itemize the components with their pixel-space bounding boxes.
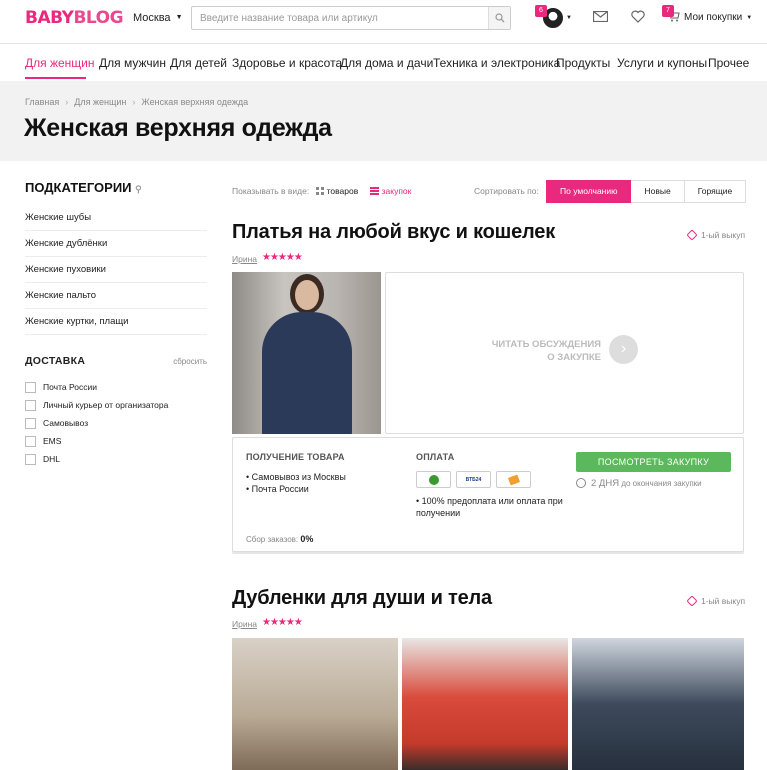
search-input[interactable] xyxy=(192,7,488,29)
read-discussion-panel[interactable]: ЧИТАТЬ ОБСУЖДЕНИЯ О ЗАКУПКЕ › xyxy=(385,272,744,434)
rating-stars: ★★★★★ xyxy=(262,252,303,263)
babyblog-logo[interactable]: BABYBLOG xyxy=(25,8,124,28)
purchase-photo[interactable] xyxy=(572,638,744,770)
card-icon xyxy=(496,471,531,488)
sort-options: По умолчанию Новые Горящие xyxy=(546,180,747,203)
my-purchases-menu[interactable]: Мои покупки ▼ xyxy=(684,12,752,23)
tag-icon xyxy=(686,595,698,607)
nav-item-health[interactable]: Здоровье и красота xyxy=(232,56,342,70)
view-products-option[interactable]: товаров xyxy=(315,186,358,196)
purchase-photo[interactable] xyxy=(232,272,381,434)
round-badge: 1-ый выкуп xyxy=(686,229,745,241)
mail-icon[interactable] xyxy=(593,11,608,22)
receive-title: ПОЛУЧЕНИЕ ТОВАРА xyxy=(246,452,345,462)
search-button[interactable] xyxy=(488,7,510,29)
delivery-filter: ДОСТАВКА сбросить Почта России Личный ку… xyxy=(25,355,207,468)
category-nav: Для женщин Для мужчин Для детей Здоровье… xyxy=(0,44,767,80)
nav-item-men[interactable]: Для мужчин xyxy=(99,56,166,70)
page-header: Главная › Для женщин › Женская верхняя одежд… xyxy=(0,81,767,161)
chevron-down-icon: ▼ xyxy=(175,14,183,21)
vtb24-icon: ВТБ24 xyxy=(456,471,491,488)
grid-icon xyxy=(315,187,324,195)
breadcrumb: Главная › Для женщин › Женская верхняя одежд… xyxy=(25,97,248,107)
list-icon xyxy=(369,187,379,195)
chevron-down-icon[interactable]: ▼ xyxy=(566,15,572,21)
organizer-link[interactable]: Ирина xyxy=(232,254,257,264)
checkbox[interactable] xyxy=(25,417,36,429)
list-item: Почта России xyxy=(246,483,346,495)
sort-default-button[interactable]: По умолчанию xyxy=(546,180,632,203)
pin-icon: ⚲ xyxy=(135,184,142,194)
delivery-option[interactable]: EMS xyxy=(25,432,207,450)
breadcrumb-home[interactable]: Главная xyxy=(25,97,59,107)
view-purchase-button[interactable]: ПОСМОТРЕТЬ ЗАКУПКУ xyxy=(576,452,731,472)
search-icon xyxy=(494,13,504,23)
checkbox[interactable] xyxy=(25,435,36,447)
reset-filter-link[interactable]: сбросить xyxy=(173,357,207,366)
breadcrumb-current: Женская верхняя одежда xyxy=(141,97,249,107)
view-purchases-option[interactable]: закупок xyxy=(369,186,411,196)
subcategory-jackets[interactable]: Женские куртки, плащи xyxy=(25,309,207,335)
chevron-down-icon: ▼ xyxy=(746,15,753,21)
delivery-option[interactable]: DHL xyxy=(25,450,207,468)
chevron-right-icon: › xyxy=(132,97,136,107)
nav-item-kids[interactable]: Для детей xyxy=(170,56,227,70)
sort-hot-button[interactable]: Горящие xyxy=(684,180,747,203)
sort-label: Сортировать по: xyxy=(474,186,539,196)
round-badge: 1-ый выкуп xyxy=(686,595,745,607)
checkbox[interactable] xyxy=(25,453,36,465)
delivery-option[interactable]: Личный курьер от организатора xyxy=(25,396,207,414)
breadcrumb-women[interactable]: Для женщин xyxy=(74,97,126,107)
active-tab-indicator xyxy=(25,77,86,79)
clock-icon xyxy=(576,478,586,488)
delivery-option[interactable]: Почта России xyxy=(25,378,207,396)
purchase-photo[interactable] xyxy=(402,638,568,770)
purchase-info-panel: ПОЛУЧЕНИЕ ТОВАРА Самовывоз из Москвы Поч… xyxy=(232,437,744,552)
checkbox[interactable] xyxy=(25,381,36,393)
order-collection: Сбор заказов: 0% xyxy=(246,534,314,544)
nav-item-electronics[interactable]: Техника и электроника xyxy=(433,56,560,70)
tag-icon xyxy=(686,229,698,241)
subcategories-title: ПОДКАТЕГОРИИ ⚲ xyxy=(25,180,142,195)
search-box xyxy=(191,6,511,30)
nav-item-other[interactable]: Прочее xyxy=(708,56,749,70)
rating-stars: ★★★★★ xyxy=(262,617,303,628)
notification-badge: 6 xyxy=(535,5,547,17)
top-header: BABYBLOG Москва▼ 6 ▼ 7 Мои покупки▼ xyxy=(0,0,767,44)
subcategory-coats[interactable]: Женские пальто xyxy=(25,283,207,309)
nav-item-services[interactable]: Услуги и купоны xyxy=(617,56,707,70)
payment-note: 100% предоплата или оплата при получении xyxy=(416,495,566,519)
arrow-right-icon[interactable]: › xyxy=(609,335,638,364)
checkbox[interactable] xyxy=(25,399,36,411)
receive-list: Самовывоз из Москвы Почта России xyxy=(246,471,346,495)
payment-title: ОПЛАТА xyxy=(416,452,455,462)
purchase-title[interactable]: Дубленки для души и тела xyxy=(232,587,492,610)
subcategory-sheepskin[interactable]: Женские дублёнки xyxy=(25,231,207,257)
nav-item-food[interactable]: Продукты xyxy=(556,56,610,70)
nav-item-women[interactable]: Для женщин xyxy=(25,56,95,70)
delivery-option[interactable]: Самовывоз xyxy=(25,414,207,432)
organizer-link[interactable]: Ирина xyxy=(232,619,257,629)
purchase-photo[interactable] xyxy=(232,638,398,770)
sberbank-icon xyxy=(416,471,451,488)
page-title: Женская верхняя одежда xyxy=(24,114,332,142)
read-discussion-text: ЧИТАТЬ ОБСУЖДЕНИЯ О ЗАКУПКЕ xyxy=(491,339,601,363)
time-left: 2 ДНЯ до окончания закупки xyxy=(576,478,702,489)
cart-badge: 7 xyxy=(662,5,674,17)
city-selector[interactable]: Москва ▼ xyxy=(133,12,183,24)
sort-new-button[interactable]: Новые xyxy=(631,180,685,203)
purchase-title[interactable]: Платья на любой вкус и кошелек xyxy=(232,221,555,244)
subcategories-panel: ПОДКАТЕГОРИИ ⚲ Женские шубы Женские дубл… xyxy=(25,180,207,335)
nav-item-home[interactable]: Для дома и дачи xyxy=(340,56,433,70)
list-item: Самовывоз из Москвы xyxy=(246,471,346,483)
subcategory-down-jackets[interactable]: Женские пуховики xyxy=(25,257,207,283)
subcategory-fur-coats[interactable]: Женские шубы xyxy=(25,205,207,231)
heart-icon[interactable] xyxy=(631,10,645,23)
view-mode-switch: Показывать в виде: товаров закупок xyxy=(232,186,412,196)
chevron-right-icon: › xyxy=(65,97,69,107)
